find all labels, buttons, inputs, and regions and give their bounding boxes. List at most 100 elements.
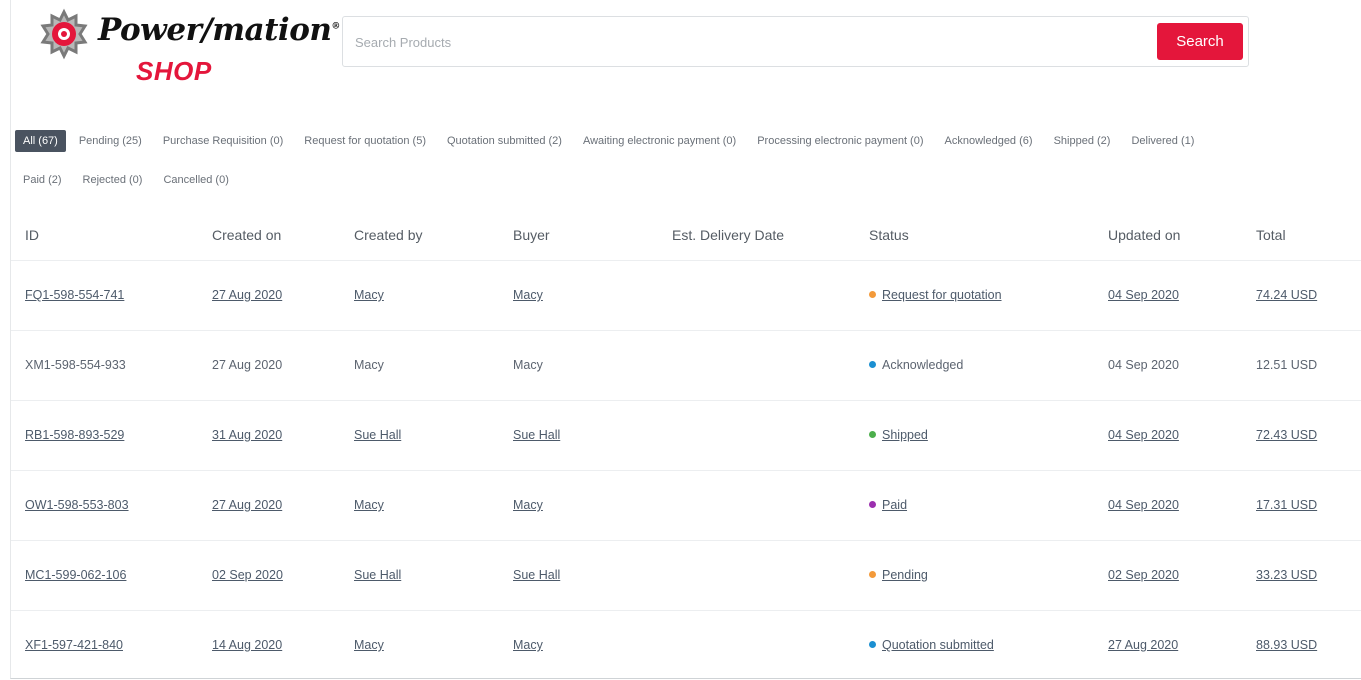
table-row[interactable]: XM1-598-554-933 27 Aug 2020 Macy Macy Acknow… bbox=[11, 330, 1361, 401]
cell-buyer[interactable]: Sue Hall bbox=[499, 540, 658, 611]
cell-created-by[interactable]: Sue Hall bbox=[340, 540, 499, 611]
search-button[interactable]: Search bbox=[1157, 23, 1243, 60]
column-header-id[interactable]: ID bbox=[11, 210, 198, 261]
order-id-text[interactable]: MC1-599-062-106 bbox=[25, 568, 126, 582]
table-row[interactable]: FQ1-598-554-741 27 Aug 2020 Macy Macy Reques… bbox=[11, 260, 1361, 331]
created-on-text[interactable]: 27 Aug 2020 bbox=[212, 288, 282, 302]
total-text[interactable]: 74.24 USD bbox=[1256, 288, 1317, 302]
cell-buyer[interactable]: Sue Hall bbox=[499, 400, 658, 471]
filter-tab-cancelled[interactable]: Cancelled (0) bbox=[155, 169, 236, 191]
search-input[interactable] bbox=[355, 31, 1135, 53]
filter-tab-purchase-requisition[interactable]: Purchase Requisition (0) bbox=[155, 130, 291, 152]
cell-created-by[interactable]: Sue Hall bbox=[340, 400, 499, 471]
cell-updated-on[interactable]: 02 Sep 2020 bbox=[1094, 540, 1242, 611]
filter-tab-delivered[interactable]: Delivered (1) bbox=[1123, 130, 1202, 152]
cell-created-on[interactable]: 31 Aug 2020 bbox=[198, 400, 340, 471]
order-id-text[interactable]: FQ1-598-554-741 bbox=[25, 288, 124, 302]
created-on-text[interactable]: 27 Aug 2020 bbox=[212, 498, 282, 512]
cell-order-id[interactable]: RB1-598-893-529 bbox=[11, 400, 198, 471]
status-text[interactable]: Request for quotation bbox=[882, 288, 1002, 302]
cell-created-on[interactable]: 14 Aug 2020 bbox=[198, 610, 340, 680]
filter-tab-acknowledged[interactable]: Acknowledged (6) bbox=[937, 130, 1041, 152]
cell-created-by[interactable]: Macy bbox=[340, 610, 499, 680]
cell-updated-on[interactable]: 04 Sep 2020 bbox=[1094, 470, 1242, 541]
cell-status[interactable]: Paid bbox=[855, 470, 1094, 541]
cell-status[interactable]: Pending bbox=[855, 540, 1094, 611]
cell-order-id[interactable]: MC1-599-062-106 bbox=[11, 540, 198, 611]
cell-updated-on[interactable]: 27 Aug 2020 bbox=[1094, 610, 1242, 680]
filter-tab-request-for-quotation[interactable]: Request for quotation (5) bbox=[296, 130, 434, 152]
updated-on-text[interactable]: 04 Sep 2020 bbox=[1108, 288, 1179, 302]
cell-updated-on[interactable]: 04 Sep 2020 bbox=[1094, 400, 1242, 471]
cell-order-id[interactable]: OW1-598-553-803 bbox=[11, 470, 198, 541]
column-header-created-by[interactable]: Created by bbox=[340, 210, 499, 261]
filter-tab-all[interactable]: All (67) bbox=[15, 130, 66, 152]
cell-buyer[interactable]: Macy bbox=[499, 610, 658, 680]
order-id-text[interactable]: OW1-598-553-803 bbox=[25, 498, 129, 512]
total-text[interactable]: 33.23 USD bbox=[1256, 568, 1317, 582]
filter-tab-processing-electronic-payment[interactable]: Processing electronic payment (0) bbox=[749, 130, 931, 152]
buyer-text[interactable]: Macy bbox=[513, 288, 543, 302]
table-row[interactable]: RB1-598-893-529 31 Aug 2020 Sue Hall Sue Ha… bbox=[11, 400, 1361, 471]
column-header-updated-on[interactable]: Updated on bbox=[1094, 210, 1242, 261]
buyer-text[interactable]: Macy bbox=[513, 498, 543, 512]
cell-buyer[interactable]: Macy bbox=[499, 470, 658, 541]
buyer-text[interactable]: Sue Hall bbox=[513, 568, 560, 582]
updated-on-text[interactable]: 02 Sep 2020 bbox=[1108, 568, 1179, 582]
created-by-text[interactable]: Sue Hall bbox=[354, 568, 401, 582]
cell-buyer[interactable]: Macy bbox=[499, 260, 658, 331]
table-row[interactable]: XF1-597-421-840 14 Aug 2020 Macy Macy Quotat… bbox=[11, 610, 1361, 680]
filter-tab-paid[interactable]: Paid (2) bbox=[15, 169, 70, 191]
cell-created-on[interactable]: 02 Sep 2020 bbox=[198, 540, 340, 611]
total-text[interactable]: 17.31 USD bbox=[1256, 498, 1317, 512]
cell-created-on[interactable]: 27 Aug 2020 bbox=[198, 260, 340, 331]
column-header-buyer[interactable]: Buyer bbox=[499, 210, 658, 261]
updated-on-text[interactable]: 04 Sep 2020 bbox=[1108, 428, 1179, 442]
filter-tab-shipped[interactable]: Shipped (2) bbox=[1046, 130, 1119, 152]
table-row[interactable]: MC1-599-062-106 02 Sep 2020 Sue Hall Sue Ha… bbox=[11, 540, 1361, 611]
order-id-text[interactable]: XF1-597-421-840 bbox=[25, 638, 123, 652]
created-by-text[interactable]: Sue Hall bbox=[354, 428, 401, 442]
order-id-text[interactable]: RB1-598-893-529 bbox=[25, 428, 124, 442]
created-by-text[interactable]: Macy bbox=[354, 288, 384, 302]
table-row[interactable]: OW1-598-553-803 27 Aug 2020 Macy Macy Paid 04… bbox=[11, 470, 1361, 541]
brand-logo[interactable]: Power/mation® SHOP bbox=[38, 6, 340, 86]
total-text[interactable]: 88.93 USD bbox=[1256, 638, 1317, 652]
status-text[interactable]: Paid bbox=[882, 498, 907, 512]
cell-total[interactable]: 17.31 USD bbox=[1242, 470, 1361, 541]
created-by-text[interactable]: Macy bbox=[354, 638, 384, 652]
filter-tab-quotation-submitted[interactable]: Quotation submitted (2) bbox=[439, 130, 570, 152]
filter-tab-rejected[interactable]: Rejected (0) bbox=[75, 169, 151, 191]
column-header-status[interactable]: Status bbox=[855, 210, 1094, 261]
filter-tab-awaiting-electronic-payment[interactable]: Awaiting electronic payment (0) bbox=[575, 130, 744, 152]
cell-total[interactable]: 33.23 USD bbox=[1242, 540, 1361, 611]
cell-status[interactable]: Request for quotation bbox=[855, 260, 1094, 331]
cell-total[interactable]: 74.24 USD bbox=[1242, 260, 1361, 331]
cell-total[interactable]: 72.43 USD bbox=[1242, 400, 1361, 471]
buyer-text[interactable]: Macy bbox=[513, 638, 543, 652]
created-on-text[interactable]: 14 Aug 2020 bbox=[212, 638, 282, 652]
total-text[interactable]: 72.43 USD bbox=[1256, 428, 1317, 442]
column-header-created-on[interactable]: Created on bbox=[198, 210, 340, 261]
created-by-text[interactable]: Macy bbox=[354, 498, 384, 512]
cell-status[interactable]: Quotation submitted bbox=[855, 610, 1094, 680]
updated-on-text[interactable]: 27 Aug 2020 bbox=[1108, 638, 1178, 652]
created-on-text[interactable]: 31 Aug 2020 bbox=[212, 428, 282, 442]
cell-status[interactable]: Shipped bbox=[855, 400, 1094, 471]
cell-created-by[interactable]: Macy bbox=[340, 260, 499, 331]
cell-created-by[interactable]: Macy bbox=[340, 470, 499, 541]
updated-on-text[interactable]: 04 Sep 2020 bbox=[1108, 498, 1179, 512]
created-on-text[interactable]: 02 Sep 2020 bbox=[212, 568, 283, 582]
status-text[interactable]: Shipped bbox=[882, 428, 928, 442]
status-text[interactable]: Quotation submitted bbox=[882, 638, 994, 652]
column-header-est-delivery-date[interactable]: Est. Delivery Date bbox=[658, 210, 855, 261]
cell-order-id[interactable]: FQ1-598-554-741 bbox=[11, 260, 198, 331]
cell-order-id[interactable]: XF1-597-421-840 bbox=[11, 610, 198, 680]
buyer-text[interactable]: Sue Hall bbox=[513, 428, 560, 442]
status-text[interactable]: Pending bbox=[882, 568, 928, 582]
cell-updated-on[interactable]: 04 Sep 2020 bbox=[1094, 260, 1242, 331]
cell-total[interactable]: 88.93 USD bbox=[1242, 610, 1361, 680]
column-header-total[interactable]: Total bbox=[1242, 210, 1361, 261]
filter-tab-pending[interactable]: Pending (25) bbox=[71, 130, 150, 152]
cell-created-on[interactable]: 27 Aug 2020 bbox=[198, 470, 340, 541]
